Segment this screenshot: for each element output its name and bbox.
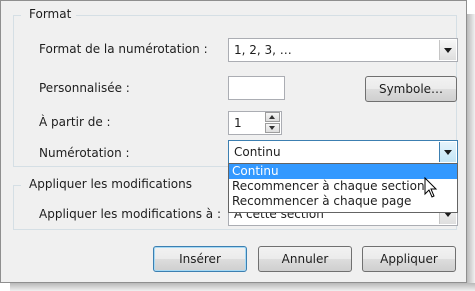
numbering-format-label: Format de la numérotation : [39,42,208,56]
cancel-button[interactable]: Annuler [258,246,352,272]
numbering-dropdown[interactable]: Continu [228,140,458,164]
line-numbering-dialog: Format Format de la numérotation : 1, 2,… [0,0,467,283]
chevron-up-icon[interactable] [265,112,280,122]
insert-button[interactable]: Insérer [153,246,247,272]
dialog-shadow-right [467,14,475,283]
apply-button[interactable]: Appliquer [362,246,456,272]
apply-group-line-left [13,185,21,186]
apply-to-label: Appliquer les modifications à : [39,207,222,221]
start-at-label: À partir de : [39,115,111,129]
format-group-line-left [13,15,21,16]
dialog-shadow-bottom [10,283,475,291]
format-group-line-right [76,15,457,16]
mouse-pointer-icon [424,177,438,198]
numbering-format-value: 1, 2, 3, … [234,43,292,57]
apply-group-title: Appliquer les modifications [26,177,195,191]
dropdown-option-restart-section[interactable]: Recommencer à chaque section [229,179,457,194]
dropdown-option-restart-page[interactable]: Recommencer à chaque page [229,194,457,209]
custom-label: Personnalisée : [39,81,130,95]
chevron-down-icon[interactable] [439,40,456,60]
symbol-button-label: Symbole… [378,82,444,96]
dropdown-option-continu[interactable]: Continu [229,164,457,179]
custom-input[interactable] [228,76,285,100]
chevron-down-icon[interactable] [265,123,280,133]
start-at-value: 1 [234,116,242,130]
symbol-button[interactable]: Symbole… [365,76,457,102]
apply-button-label: Appliquer [380,252,438,266]
numbering-label: Numérotation : [39,146,130,160]
format-group-title: Format [26,7,75,21]
insert-button-label: Insérer [179,252,221,266]
chevron-down-icon[interactable] [439,142,456,162]
numbering-format-dropdown[interactable]: 1, 2, 3, … [228,38,458,62]
numbering-value: Continu [234,145,281,159]
cancel-button-label: Annuler [281,252,329,266]
